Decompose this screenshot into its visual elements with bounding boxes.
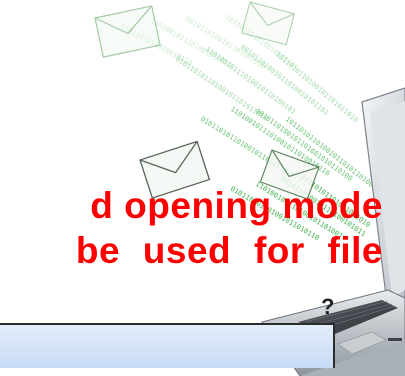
bottom-text-panel: [0, 323, 335, 368]
slide-text-line-2: be used for file: [75, 230, 383, 271]
envelope-icon: [241, 1, 296, 46]
slide-text-line-1: d opening mode: [90, 185, 383, 226]
envelope-icon: [94, 5, 161, 58]
svg-text:1011010110100101101011010: 1011010110100101101011010: [274, 50, 360, 124]
bottom-panel-mark: ?: [321, 294, 335, 319]
